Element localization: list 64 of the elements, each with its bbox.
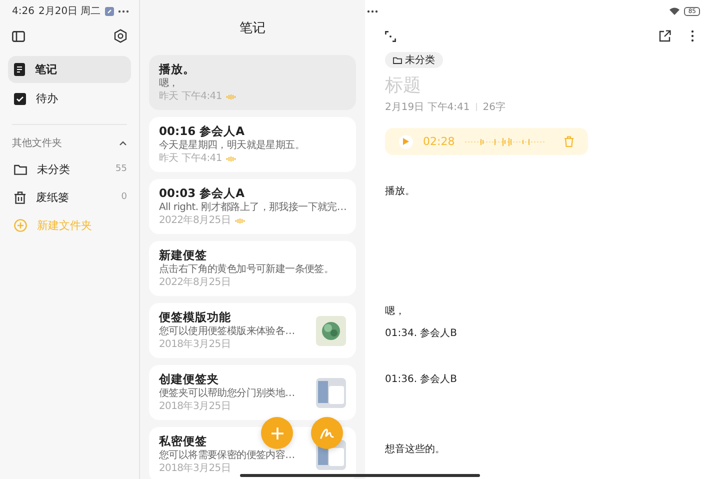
share-icon[interactable]	[659, 30, 671, 42]
plus-icon	[270, 426, 284, 440]
note-card[interactable]: 便签模版功能 您可以使用便签模版来体验各… 2018年3月25日	[149, 303, 356, 358]
note-date: 2022年8月25日	[159, 276, 231, 289]
note-icon	[14, 63, 25, 76]
note-date: 2018年3月25日	[159, 462, 231, 475]
list-title: 笔记	[240, 20, 266, 37]
more-icon	[367, 10, 378, 12]
pen-stroke-icon	[320, 427, 334, 439]
play-icon	[403, 138, 409, 145]
note-date: 昨天 下午4:41	[159, 152, 222, 165]
folder-chip[interactable]: 未分类	[385, 52, 443, 68]
note-preview: 便签夹可以帮助您分门别类地…	[159, 387, 296, 400]
chevron-icon[interactable]	[119, 140, 127, 146]
note-paragraph: 播放。	[385, 185, 415, 199]
note-card[interactable]: 新建便签 点击右下角的黄色加号可新建一条便签。 2022年8月25日	[149, 241, 356, 296]
wifi-icon	[669, 7, 680, 15]
folder-item[interactable]: 未分类 55	[8, 155, 131, 183]
status-date: 2月20日 周二	[38, 5, 101, 18]
nav-item[interactable]: 笔记	[8, 56, 131, 83]
note-date: 2022年8月25日	[159, 214, 231, 227]
note-paragraph: 想音这些的。	[385, 443, 445, 457]
folder-icon	[14, 164, 27, 174]
settings-icon[interactable]	[114, 29, 127, 43]
note-card[interactable]: 创建便签夹 便签夹可以帮助您分门别类地… 2018年3月25日	[149, 365, 356, 420]
note-date: 昨天 下午4:41	[159, 90, 222, 103]
collapse-icon[interactable]	[385, 30, 396, 42]
folder-icon	[393, 56, 402, 64]
waveform-icon	[464, 136, 545, 146]
note-paragraph: 嗯，	[385, 305, 405, 319]
note-title: 便签模版功能	[159, 310, 232, 325]
note-title: 播放。	[159, 62, 196, 77]
note-preview: 您可以将需要保密的便签内容…	[159, 449, 296, 462]
folder-item[interactable]: 废纸篓 0	[8, 183, 131, 211]
audio-duration: 02:28	[423, 135, 455, 148]
note-date: 2018年3月25日	[159, 338, 231, 351]
note-date: 2月19日 下午4:41	[385, 101, 470, 114]
trash-icon	[14, 190, 26, 204]
note-title: 私密便签	[159, 434, 208, 449]
note-paragraph: 01:34. 参会人B	[385, 327, 458, 341]
note-title: 00:03 参会人A	[159, 186, 246, 201]
checkbox-icon	[14, 92, 26, 104]
note-card[interactable]: 播放。 嗯， 昨天 下午4:41	[149, 55, 356, 110]
nav-item[interactable]: 待办	[8, 85, 131, 112]
note-preview: 点击右下角的黄色加号可新建一条便签。	[159, 263, 335, 276]
more-vertical-icon[interactable]	[691, 30, 694, 42]
note-title: 新建便签	[159, 248, 208, 263]
word-count: 26字	[482, 100, 506, 114]
sidebar-toggle-icon[interactable]	[12, 30, 25, 42]
more-icon	[118, 10, 129, 12]
plus-circle-icon	[14, 218, 27, 232]
note-preview: 嗯，	[159, 77, 180, 90]
note-card[interactable]: 00:03 参会人A All right. 刚才都路上了，那我接一下就完… 2022年8月25日	[149, 179, 356, 234]
note-card[interactable]: 00:16 参会人A 今天是星期四，明天就是星期五。 昨天 下午4:41	[149, 117, 356, 172]
note-preview: 今天是星期四，明天就是星期五。	[159, 139, 306, 152]
note-date: 2018年3月25日	[159, 400, 231, 413]
status-time: 4:26	[12, 6, 34, 16]
note-preview: All right. 刚才都路上了，那我接一下就完…	[159, 201, 346, 214]
app-icon	[104, 6, 114, 16]
note-title: 创建便签夹	[159, 372, 220, 387]
note-paragraph: 01:36. 参会人B	[385, 373, 458, 387]
note-preview: 您可以使用便签模版来体验各…	[159, 325, 296, 338]
note-title: 00:16 参会人A	[159, 124, 246, 139]
section-label: 其他文件夹	[12, 136, 62, 150]
